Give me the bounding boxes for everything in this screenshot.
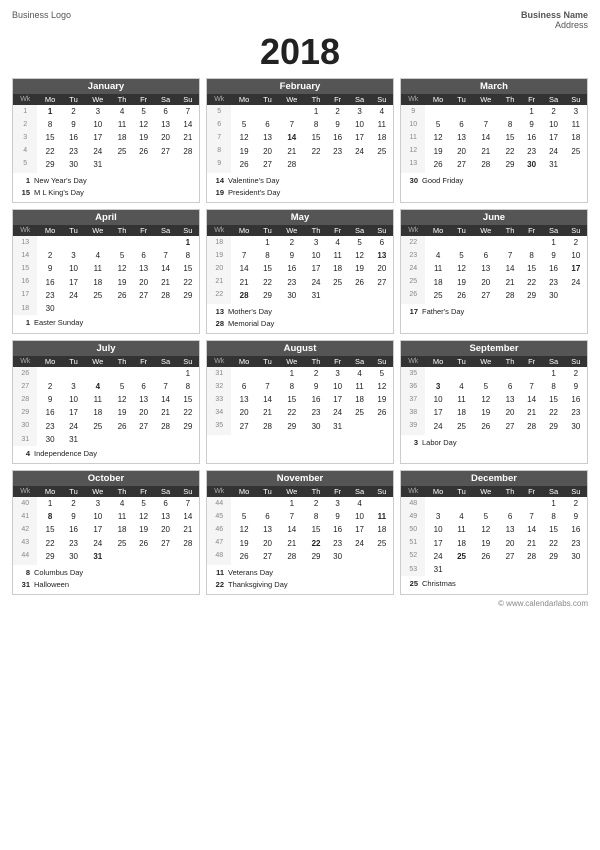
holidays-october: 8Columbus Day31Halloween [13,565,199,594]
cal-table-may: WkMoTuWeThFrSaSu181234561978910111213201… [207,225,393,304]
month-title-july: July [13,341,199,356]
cal-table-june: WkMoTuWeThFrSaSu221223456789102411121314… [401,225,587,304]
calendar-grid: JanuaryWkMoTuWeThFrSaSu11234567289101112… [12,78,588,595]
holidays-july: 4Independence Day [13,446,199,463]
cal-table-november: WkMoTuWeThFrSaSu441234455678910114612131… [207,486,393,565]
month-may: MayWkMoTuWeThFrSaSu181234561978910111213… [206,209,394,334]
month-title-september: September [401,341,587,356]
cal-table-april: WkMoTuWeThFrSaSu131142345678159101112131… [13,225,199,315]
holidays-january: 1New Year's Day15M L King's Day [13,173,199,202]
cal-table-february: WkMoTuWeThFrSaSu512346567891011712131415… [207,94,393,173]
month-november: NovemberWkMoTuWeThFrSaSu4412344556789101… [206,470,394,595]
month-title-april: April [13,210,199,225]
holidays-may: 13Mother's Day28Memorial Day [207,304,393,333]
holidays-december: 25Christmas [401,576,587,593]
month-july: JulyWkMoTuWeThFrSaSu26127234567828910111… [12,340,200,464]
business-info: Business Name Address [521,10,588,30]
month-title-january: January [13,79,199,94]
cal-table-august: WkMoTuWeThFrSaSu311234532678910111233131… [207,356,393,435]
holidays-april: 1Easter Sunday [13,315,199,332]
business-name: Business Name [521,10,588,20]
cal-table-january: WkMoTuWeThFrSaSu112345672891011121314315… [13,94,199,173]
holidays-september: 3Labor Day [401,435,587,452]
cal-table-july: WkMoTuWeThFrSaSu261272345678289101112131… [13,356,199,446]
holidays-march: 30Good Friday [401,173,587,190]
month-title-november: November [207,471,393,486]
month-february: FebruaryWkMoTuWeThFrSaSu5123465678910117… [206,78,394,203]
month-january: JanuaryWkMoTuWeThFrSaSu11234567289101112… [12,78,200,203]
holidays-november: 11Veterans Day22Thanksgiving Day [207,565,393,594]
month-title-october: October [13,471,199,486]
month-title-august: August [207,341,393,356]
month-title-december: December [401,471,587,486]
month-december: DecemberWkMoTuWeThFrSaSu4812493456789501… [400,470,588,595]
month-june: JuneWkMoTuWeThFrSaSu22122345678910241112… [400,209,588,334]
holidays-february: 14Valentine's Day19President's Day [207,173,393,202]
holidays-june: 17Father's Day [401,304,587,321]
month-august: AugustWkMoTuWeThFrSaSu311234532678910111… [206,340,394,464]
cal-table-december: WkMoTuWeThFrSaSu481249345678950101112131… [401,486,587,576]
business-logo: Business Logo [12,10,71,20]
month-september: SeptemberWkMoTuWeThFrSaSu351236345678937… [400,340,588,464]
month-april: AprilWkMoTuWeThFrSaSu1311423456781591011… [12,209,200,334]
month-title-march: March [401,79,587,94]
month-march: MarchWkMoTuWeThFrSaSu9123105678910111112… [400,78,588,203]
top-header: Business Logo Business Name Address [12,10,588,30]
website: © www.calendarlabs.com [12,599,588,608]
month-title-june: June [401,210,587,225]
cal-table-october: WkMoTuWeThFrSaSu401234567418910111213144… [13,486,199,565]
month-title-february: February [207,79,393,94]
year-title: 2018 [12,34,588,70]
cal-table-march: WkMoTuWeThFrSaSu912310567891011111213141… [401,94,587,173]
cal-table-september: WkMoTuWeThFrSaSu351236345678937101112131… [401,356,587,435]
page: Business Logo Business Name Address 2018… [0,0,600,616]
month-october: OctoberWkMoTuWeThFrSaSu40123456741891011… [12,470,200,595]
month-title-may: May [207,210,393,225]
business-address: Address [521,20,588,30]
